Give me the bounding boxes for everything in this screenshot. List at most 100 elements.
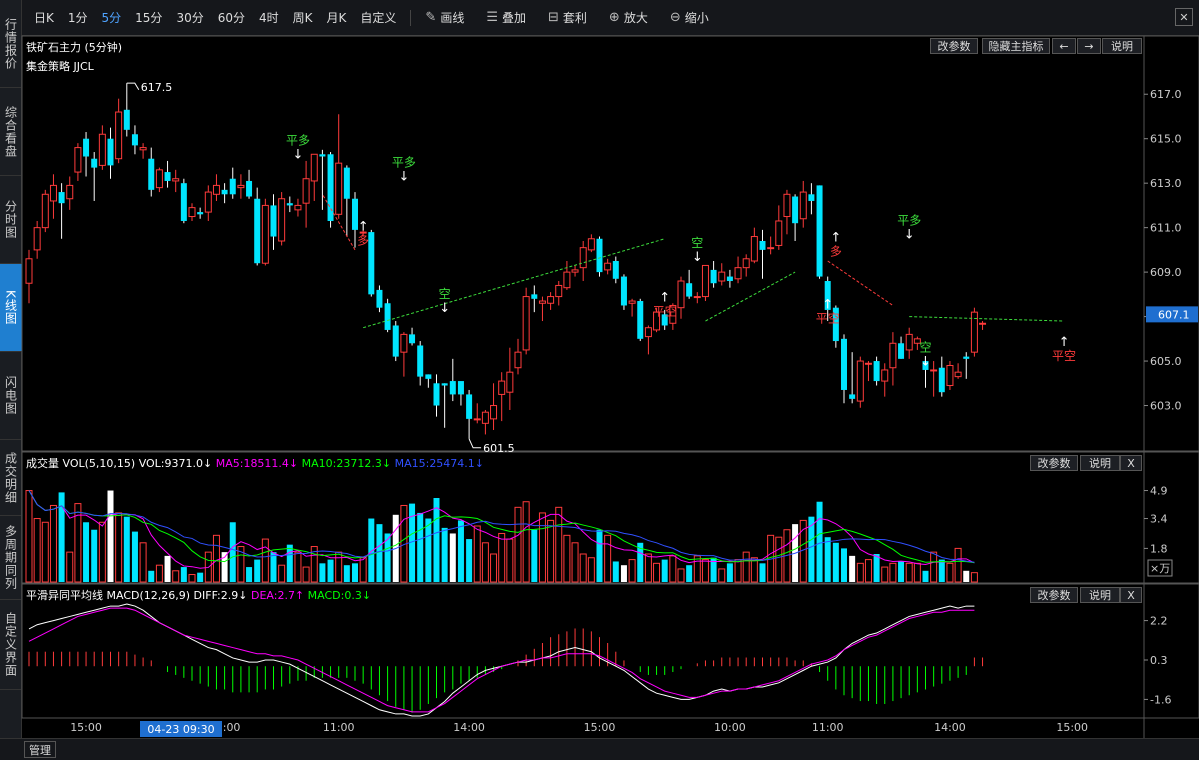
candle-body-down	[816, 185, 823, 277]
trend-line-flat	[909, 316, 1065, 322]
candle-body-down	[457, 381, 464, 395]
volume-bar-up	[278, 564, 286, 583]
volume-bar-down	[343, 565, 350, 582]
volume-bar-up	[139, 542, 147, 583]
signal-label-short: 空	[439, 287, 451, 301]
volume-bar-up	[930, 551, 938, 583]
candle-body-down	[376, 289, 383, 308]
volume-bar-up	[693, 555, 701, 583]
candle-body-up	[864, 362, 872, 365]
volume-bar-down	[83, 522, 90, 582]
volume-bar-up	[571, 542, 579, 583]
volume-bar-up	[212, 534, 220, 583]
macd-tick-label: 2.2	[1150, 615, 1168, 628]
signal-arrow-icon: ↑	[358, 220, 369, 235]
candle-body-down	[466, 394, 473, 419]
volume-bar-up	[913, 562, 921, 583]
volume-bar-up	[742, 551, 750, 583]
volume-bar-up	[522, 501, 530, 583]
volume-bar-down	[898, 561, 905, 582]
candle-body-down	[246, 180, 253, 197]
volume-bar-up	[115, 512, 123, 583]
candle-body-down	[963, 356, 970, 359]
candle-body-up	[481, 411, 489, 424]
volume-bar-up	[261, 538, 269, 583]
candle-body-down	[792, 196, 799, 224]
volume-bar-down	[759, 563, 766, 582]
volume-bar-down	[531, 529, 538, 582]
candle-body-down	[409, 334, 416, 344]
volume-bar-up	[547, 519, 555, 583]
candle-body-down	[620, 276, 627, 306]
candle-body-up	[538, 300, 546, 304]
volume-bar-up	[677, 568, 685, 583]
candle-body-down	[107, 138, 114, 166]
volume-bar-down	[686, 565, 693, 582]
volume-bar-down	[425, 518, 432, 582]
signal-arrow-icon: ↓	[439, 301, 450, 316]
candle-body-down	[91, 158, 98, 168]
volume-bar-down	[91, 529, 98, 582]
candle-body-down	[808, 194, 815, 201]
candle-body-up	[400, 333, 408, 353]
candle-body-up	[490, 405, 498, 420]
volume-bar-down	[726, 563, 733, 582]
candle-body-down	[433, 383, 440, 406]
candle-body-up	[946, 365, 954, 387]
candle-body-down	[898, 343, 905, 359]
volume-bar-up	[954, 547, 962, 583]
signal-arrow-icon: ↑	[659, 291, 670, 306]
kline-chart[interactable]: 617.5601.5↓平多↑多↓平多↓空 ↑平空↓空 ↑多↑平空↓平多↓空 ↑平空 6…	[0, 0, 1199, 738]
candle-body-up	[66, 184, 74, 200]
candle-body-up	[644, 327, 652, 338]
candle-body-up	[204, 191, 212, 213]
volume-bar-down	[441, 527, 448, 582]
volume-bar-up	[359, 557, 367, 583]
signal-label-close-long: 平多	[392, 156, 416, 170]
price-tick-label: 615.0	[1150, 133, 1182, 146]
volume-bar-up	[653, 562, 661, 583]
volume-bar-down	[107, 490, 114, 582]
volume-bar-down	[457, 520, 464, 582]
candle-body-up	[571, 269, 579, 273]
candle-body-up	[693, 296, 701, 299]
bottom-bar: 管理	[0, 738, 1199, 760]
candle-body-down	[286, 203, 293, 206]
signal-label-long: 多	[357, 234, 369, 248]
signal-label-short: 空	[919, 340, 931, 354]
time-axis-label: 11:00	[812, 721, 844, 734]
volume-bar-up	[970, 572, 978, 583]
candle-body-down	[197, 212, 204, 215]
manage-button[interactable]: 管理	[24, 741, 56, 758]
time-axis-label: 15:00	[584, 721, 616, 734]
candle-body-up	[473, 418, 481, 421]
volume-bar-down	[376, 524, 383, 582]
volume-bar-up	[25, 490, 33, 583]
candle-body-up	[799, 191, 807, 220]
volume-bar-up	[587, 557, 595, 583]
price-tick-label: 609.0	[1150, 266, 1182, 279]
volume-bar-up	[734, 559, 742, 583]
candle-body-up	[139, 147, 147, 151]
volume-tick-label: 4.9	[1150, 485, 1168, 498]
macd-diff-line	[28, 603, 975, 717]
volume-bar-up	[302, 566, 310, 583]
macd-tick-label: 0.3	[1150, 654, 1168, 667]
candle-body-down	[148, 158, 155, 190]
candle-body-up	[49, 184, 57, 202]
high-marker-line	[126, 82, 140, 91]
volume-bar-up	[498, 532, 506, 583]
signal-arrow-icon: ↑	[830, 231, 841, 246]
signal-arrow-icon: ↓	[904, 228, 915, 243]
volume-bar-up	[946, 562, 954, 583]
volume-bar-up	[905, 562, 913, 583]
volume-bar-up	[481, 542, 489, 583]
volume-bar-up	[775, 536, 783, 583]
macd-series	[28, 603, 984, 717]
volume-bar-down	[620, 565, 627, 582]
candle-body-up	[783, 193, 791, 218]
candle-body-up	[905, 333, 913, 351]
volume-tick-label: 1.8	[1150, 542, 1168, 555]
candle-body-down	[841, 338, 847, 390]
low-price-label: 601.5	[483, 442, 514, 455]
